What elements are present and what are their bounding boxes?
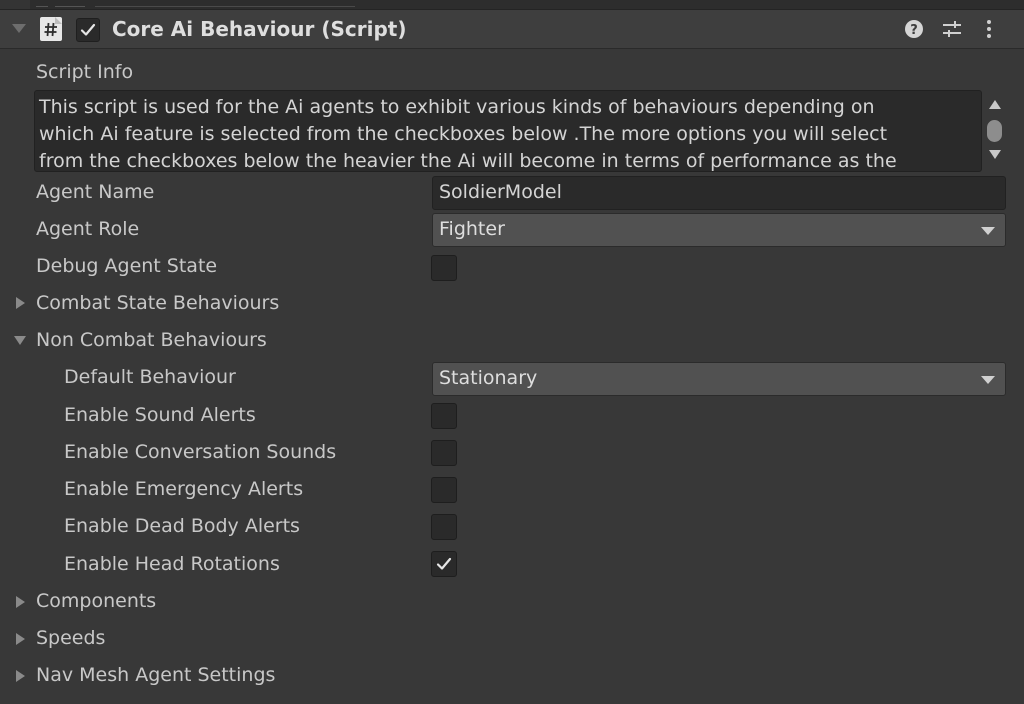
strip-mark — [55, 0, 85, 7]
enable-head-rotations-label: Enable Head Rotations — [64, 553, 280, 575]
agent-role-label: Agent Role — [36, 218, 140, 240]
enable-emergency-alerts-label: Enable Emergency Alerts — [64, 478, 304, 500]
presets-icon[interactable] — [941, 19, 961, 39]
non-combat-foldout-arrow-icon[interactable] — [14, 336, 26, 345]
enable-dead-body-alerts-label: Enable Dead Body Alerts — [64, 515, 300, 537]
script-info-label: Script Info — [36, 61, 134, 83]
scroll-up-arrow-icon[interactable] — [989, 100, 1001, 109]
component-title: Core Ai Behaviour (Script) — [112, 17, 407, 41]
enable-dead-body-alerts-checkbox[interactable] — [431, 514, 457, 540]
component-header[interactable]: Core Ai Behaviour (Script) ? — [0, 10, 1024, 49]
enable-sound-alerts-label: Enable Sound Alerts — [64, 404, 256, 426]
kebab-menu-icon[interactable] — [981, 19, 1001, 39]
enable-emergency-alerts-checkbox[interactable] — [431, 477, 457, 503]
components-foldout[interactable]: Components — [36, 590, 156, 612]
default-behaviour-dropdown[interactable]: Stationary — [432, 362, 1006, 396]
nav-mesh-agent-settings-foldout[interactable]: Nav Mesh Agent Settings — [36, 664, 275, 686]
debug-agent-state-checkbox[interactable] — [431, 255, 457, 281]
script-info-textarea[interactable]: This script is used for the Ai agents to… — [34, 90, 982, 172]
script-info-line: This script is used for the Ai agents to… — [39, 96, 875, 118]
chevron-down-icon — [981, 227, 995, 235]
combat-state-behaviours-foldout[interactable]: Combat State Behaviours — [36, 292, 279, 314]
script-info-line: from the checkboxes below the heavier th… — [39, 150, 897, 172]
script-info-scrollbar[interactable] — [984, 92, 1006, 170]
speeds-foldout-arrow-icon[interactable] — [16, 633, 25, 645]
check-icon — [80, 23, 96, 36]
enable-head-rotations-checkbox[interactable] — [431, 551, 457, 577]
chevron-down-icon — [981, 376, 995, 384]
script-info-text: This script is used for the Ai agents to… — [39, 94, 979, 172]
check-icon — [436, 557, 452, 570]
enable-conversation-sounds-checkbox[interactable] — [431, 440, 457, 466]
component-enabled-checkbox[interactable] — [76, 18, 100, 42]
scroll-down-arrow-icon[interactable] — [989, 150, 1001, 159]
scroll-thumb[interactable] — [987, 120, 1002, 142]
non-combat-behaviours-foldout[interactable]: Non Combat Behaviours — [36, 329, 267, 351]
agent-name-field[interactable]: SoldierModel — [432, 176, 1006, 210]
default-behaviour-value: Stationary — [439, 367, 538, 389]
script-info-line: which Ai feature is selected from the ch… — [39, 123, 888, 145]
script-hash-icon — [40, 17, 62, 41]
components-foldout-arrow-icon[interactable] — [16, 596, 25, 608]
strip-mark — [95, 0, 355, 7]
agent-role-dropdown[interactable]: Fighter — [432, 213, 1006, 247]
help-icon[interactable]: ? — [904, 19, 924, 39]
previous-component-strip — [0, 0, 1024, 10]
agent-name-value: SoldierModel — [439, 181, 562, 203]
nav-mesh-foldout-arrow-icon[interactable] — [16, 670, 25, 682]
speeds-foldout[interactable]: Speeds — [36, 627, 105, 649]
debug-agent-state-label: Debug Agent State — [36, 255, 218, 277]
enable-sound-alerts-checkbox[interactable] — [431, 403, 457, 429]
combat-foldout-arrow-icon[interactable] — [16, 297, 25, 309]
agent-role-value: Fighter — [439, 218, 505, 240]
agent-name-label: Agent Name — [36, 181, 155, 203]
strip-mark — [36, 0, 48, 7]
strip-notch — [0, 0, 30, 9]
svg-text:?: ? — [910, 23, 918, 38]
component-foldout-arrow-icon[interactable] — [12, 24, 26, 33]
enable-conversation-sounds-label: Enable Conversation Sounds — [64, 441, 337, 463]
default-behaviour-label: Default Behaviour — [64, 366, 236, 388]
